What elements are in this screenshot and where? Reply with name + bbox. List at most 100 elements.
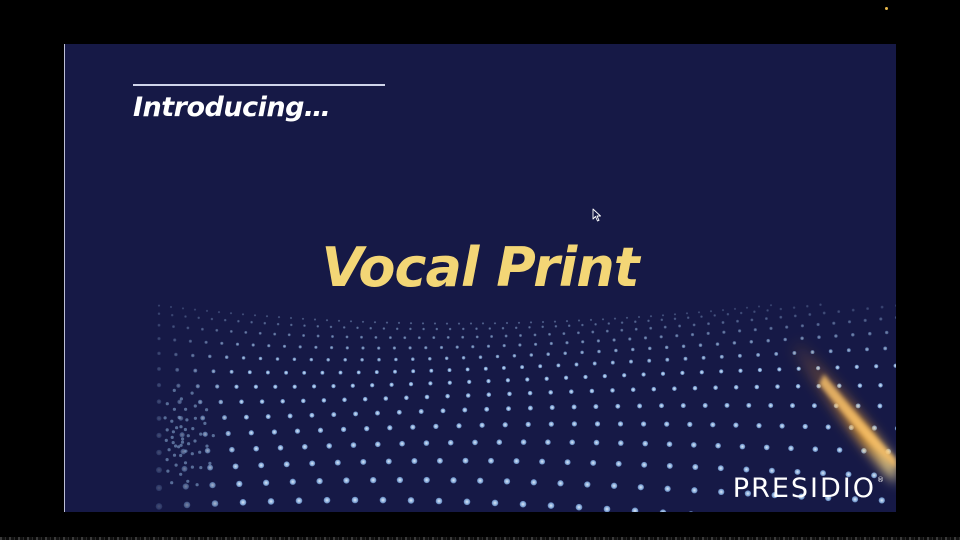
wave-dot [701, 355, 706, 360]
wave-dot [877, 403, 883, 409]
wave-dot [672, 386, 677, 391]
wave-dot [673, 317, 677, 321]
wave-dot [878, 383, 883, 388]
wave-dot [828, 349, 833, 354]
wave-dot [811, 403, 817, 409]
wave-dot [253, 314, 257, 317]
wave-dot [895, 304, 896, 307]
wave-dot [175, 367, 180, 372]
wave-dot [298, 345, 302, 349]
slide-title: Vocal Print [321, 236, 639, 299]
wave-dot [218, 399, 224, 405]
wave-dot [320, 370, 325, 375]
wave-dot [520, 439, 527, 445]
status-indicator [885, 7, 888, 10]
wave-dot [173, 338, 177, 342]
wave-dot [816, 322, 820, 327]
wave-dot [364, 425, 370, 432]
wave-dot [253, 384, 259, 389]
wave-dot [501, 326, 505, 330]
wave-dot [343, 477, 350, 484]
vortex-dot [179, 472, 183, 476]
wave-dot [548, 421, 554, 427]
wave-dot [601, 318, 605, 321]
wave-dot [455, 345, 459, 349]
wave-dot [223, 318, 227, 322]
wave-dot [258, 356, 263, 361]
wave-dot [851, 333, 855, 337]
wave-dot [569, 389, 574, 394]
wave-dot [808, 313, 812, 316]
wave-dot [316, 477, 323, 485]
wave-dot [783, 337, 787, 342]
wave-dot [251, 343, 255, 347]
vortex-dot [187, 442, 191, 446]
slide-edge [64, 44, 65, 512]
wave-dot [715, 342, 720, 346]
wave-dot [465, 367, 470, 372]
wave-dot [691, 487, 698, 494]
wave-dot [699, 370, 704, 375]
vortex-dot [195, 483, 199, 487]
wave-dot [718, 488, 725, 496]
wave-dot [356, 326, 359, 330]
wave-dot [156, 382, 162, 388]
wave-dot [603, 505, 611, 512]
wave-dot [301, 398, 306, 404]
vortex-dot [172, 407, 176, 411]
wave-dot [612, 338, 616, 342]
wave-dot [169, 305, 173, 309]
wave-dot [659, 403, 664, 409]
wave-dot [435, 497, 443, 505]
wave-dot [548, 332, 551, 336]
wave-dot [569, 439, 575, 446]
wave-dot [592, 361, 597, 366]
wave-dot [615, 403, 621, 409]
wave-dot [593, 439, 600, 446]
vortex-dot [165, 458, 169, 462]
wave-dot [408, 381, 414, 387]
wave-dot [236, 480, 243, 488]
wave-dot [617, 421, 624, 427]
vortex-dot [167, 448, 171, 452]
wave-dot [753, 310, 756, 313]
wave-dot [382, 327, 386, 330]
wave-dot [277, 445, 284, 451]
wave-dot [512, 354, 517, 358]
wave-dot [574, 362, 579, 367]
vortex-dot [164, 438, 168, 442]
wave-dot [634, 327, 638, 331]
wave-dot [229, 446, 235, 453]
wave-dot [733, 385, 739, 390]
wave-dot [156, 399, 162, 404]
wave-dot [834, 334, 838, 338]
wave-dot [422, 327, 425, 331]
wave-dot [157, 336, 161, 341]
wave-dot [423, 476, 430, 484]
wave-dot [629, 359, 633, 364]
wave-dot [894, 426, 896, 431]
wave-dot [594, 323, 597, 326]
wave-dot [329, 325, 333, 329]
wave-dot [411, 369, 416, 374]
wave-dot [660, 371, 666, 376]
wave-dot [469, 322, 473, 325]
wave-dot [692, 464, 699, 470]
wave-dot [746, 402, 752, 408]
wave-dot [396, 409, 402, 415]
wave-dot [894, 316, 896, 320]
wave-dot [721, 309, 725, 312]
wave-dot [157, 312, 161, 315]
wave-dot [447, 380, 452, 385]
wave-dot [686, 316, 690, 319]
wave-dot [691, 442, 697, 448]
wave-dot [475, 327, 478, 330]
wave-dot [779, 315, 783, 319]
wave-dot [440, 408, 446, 414]
wave-dot [605, 329, 609, 333]
wave-dot [593, 404, 599, 410]
wave-dot [713, 385, 718, 390]
presidio-logo: PRESIDIO ® [733, 473, 884, 504]
wave-dot [188, 339, 193, 343]
wave-dot [463, 498, 471, 506]
